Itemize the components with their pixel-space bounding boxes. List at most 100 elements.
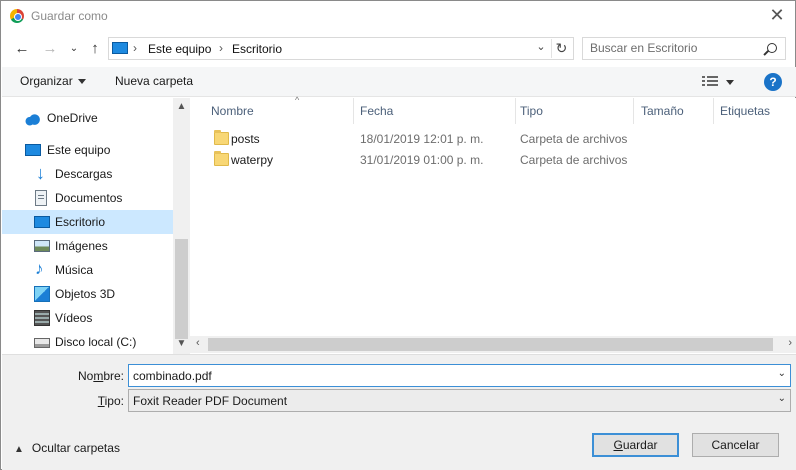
column-header-tipo[interactable]: Tipo xyxy=(520,98,634,124)
column-header-label: Fecha xyxy=(360,104,394,118)
sidebar-item-label: Este equipo xyxy=(47,143,111,157)
label-accelerator: m xyxy=(93,369,104,383)
chevron-right-icon[interactable]: › xyxy=(219,41,223,55)
chevron-up-icon: ▲ xyxy=(14,444,24,455)
file-name-label: Nombre: xyxy=(62,369,124,383)
label-accelerator: T xyxy=(97,394,105,408)
downloads-icon xyxy=(35,163,51,184)
sidebar-item-este-equipo[interactable]: Este equipo xyxy=(2,138,173,162)
sidebar-item-label: Vídeos xyxy=(55,311,93,325)
music-icon xyxy=(35,259,51,279)
refresh-icon[interactable]: ↻ xyxy=(551,39,571,58)
help-icon[interactable]: ? xyxy=(764,73,782,91)
sidebar-item-label: Descargas xyxy=(55,167,113,181)
local-disk-icon xyxy=(34,338,50,348)
chevron-right-icon[interactable]: › xyxy=(133,41,137,55)
sidebar-item-label: Imágenes xyxy=(55,239,108,253)
button-accelerator: G xyxy=(613,438,623,452)
sidebar-item-objetos-3d[interactable]: Objetos 3D xyxy=(2,282,173,306)
search-input[interactable] xyxy=(590,41,760,55)
file-name-value: combinado.pdf xyxy=(133,369,212,383)
window-title: Guardar como xyxy=(31,9,108,23)
label-part: bre: xyxy=(103,369,124,383)
file-name-field[interactable]: combinado.pdf ⌄ xyxy=(128,364,791,387)
pictures-icon xyxy=(34,240,50,252)
recent-locations-chevron-icon[interactable]: ⌄ xyxy=(63,38,85,60)
file-type-value: Foxit Reader PDF Document xyxy=(133,394,288,408)
sort-ascending-icon: ^ xyxy=(295,95,300,105)
caret-down-icon xyxy=(77,79,86,85)
sidebar-item-disco-local[interactable]: Disco local (C:) xyxy=(2,330,173,354)
sidebar-item-documentos[interactable]: Documentos xyxy=(2,186,173,210)
chevron-down-icon[interactable]: ⌄ xyxy=(778,393,786,404)
scrollbar-thumb[interactable] xyxy=(175,239,188,339)
address-bar[interactable]: › Este equipo › Escritorio ⌄ ↻ xyxy=(108,37,574,60)
file-type: Carpeta de archivos xyxy=(520,132,628,146)
label-part: ipo: xyxy=(104,394,124,408)
sidebar-item-descargas[interactable]: Descargas xyxy=(2,162,173,186)
sidebar-item-label: Disco local (C:) xyxy=(55,335,137,349)
file-date: 31/01/2019 01:00 p. m. xyxy=(360,153,484,167)
scroll-right-arrow-icon[interactable]: › xyxy=(788,337,792,349)
sidebar-item-label: Documentos xyxy=(55,191,123,205)
file-type-select[interactable]: Foxit Reader PDF Document ⌄ xyxy=(128,389,791,412)
up-arrow-icon[interactable]: ↑ xyxy=(84,38,106,60)
3d-objects-icon xyxy=(34,286,50,302)
save-button[interactable]: Guardar xyxy=(592,433,679,457)
sidebar-item-videos[interactable]: Vídeos xyxy=(2,306,173,330)
scrollbar-thumb[interactable] xyxy=(208,338,773,351)
folder-icon xyxy=(214,130,229,145)
column-header-fecha[interactable]: Fecha xyxy=(360,98,516,124)
button-label-rest: uardar xyxy=(622,438,658,452)
scroll-down-arrow-icon[interactable]: ▼ xyxy=(173,338,190,349)
sidebar-item-label: OneDrive xyxy=(47,111,98,125)
file-list: Nombre ^ Fecha Tipo Tamaño Etiquetas pos… xyxy=(190,95,796,354)
hide-folders-toggle[interactable]: ▲ Ocultar carpetas xyxy=(14,441,120,455)
computer-icon xyxy=(25,144,41,156)
sidebar-item-label: Objetos 3D xyxy=(55,287,116,301)
file-type: Carpeta de archivos xyxy=(520,153,628,167)
search-box[interactable] xyxy=(582,37,786,60)
organize-button[interactable]: Organizar xyxy=(20,74,86,88)
save-as-dialog: Guardar como ✕ ← → ⌄ ↑ › Este equipo › E… xyxy=(0,0,796,470)
scroll-up-arrow-icon[interactable]: ▲ xyxy=(173,101,190,112)
label-part: No xyxy=(77,369,94,383)
chevron-down-icon[interactable]: ⌄ xyxy=(778,368,786,379)
forward-arrow-icon[interactable]: → xyxy=(39,38,61,60)
computer-icon xyxy=(112,42,128,54)
column-header-tamano[interactable]: Tamaño xyxy=(641,98,714,124)
navigation-pane: OneDrive Este equipo Descargas Documento… xyxy=(2,98,190,354)
back-arrow-icon[interactable]: ← xyxy=(11,38,33,60)
view-options-icon[interactable] xyxy=(702,76,718,88)
navigation-scrollbar[interactable]: ▲ ▼ xyxy=(173,98,190,354)
chevron-down-icon[interactable]: ⌄ xyxy=(533,40,549,53)
search-icon[interactable] xyxy=(767,43,777,53)
cancel-button[interactable]: Cancelar xyxy=(692,433,779,457)
videos-icon xyxy=(34,310,50,326)
sidebar-item-label: Escritorio xyxy=(55,215,106,229)
sidebar-item-label: Música xyxy=(55,263,94,277)
horizontal-scrollbar[interactable]: ‹ › xyxy=(190,336,796,353)
column-header-etiquetas[interactable]: Etiquetas xyxy=(720,98,795,124)
organize-label: Organizar xyxy=(20,74,73,88)
documents-icon xyxy=(35,190,47,206)
sidebar-item-imagenes[interactable]: Imágenes xyxy=(2,234,173,258)
file-row-waterpy[interactable]: waterpy 31/01/2019 01:00 p. m. Carpeta d… xyxy=(200,150,790,171)
folder-icon xyxy=(214,151,229,166)
column-header-nombre[interactable]: Nombre ^ xyxy=(211,95,354,124)
close-icon[interactable]: ✕ xyxy=(765,5,789,27)
scroll-left-arrow-icon[interactable]: ‹ xyxy=(196,337,200,349)
sidebar-item-escritorio[interactable]: Escritorio xyxy=(2,210,173,234)
sidebar-item-musica[interactable]: Música xyxy=(2,258,173,282)
new-folder-button[interactable]: Nueva carpeta xyxy=(115,74,193,88)
file-row-posts[interactable]: posts 18/01/2019 12:01 p. m. Carpeta de … xyxy=(200,129,790,150)
title-bar: Guardar como ✕ xyxy=(1,1,795,32)
breadcrumb-escritorio[interactable]: Escritorio xyxy=(232,42,282,56)
column-header-label: Tamaño xyxy=(641,104,684,118)
breadcrumb-este-equipo[interactable]: Este equipo xyxy=(148,42,211,56)
column-header-label: Nombre xyxy=(211,104,254,118)
sidebar-item-onedrive[interactable]: OneDrive xyxy=(2,106,173,130)
column-header-label: Tipo xyxy=(520,104,543,118)
caret-down-icon[interactable] xyxy=(726,80,734,85)
column-header-label: Etiquetas xyxy=(720,104,771,118)
